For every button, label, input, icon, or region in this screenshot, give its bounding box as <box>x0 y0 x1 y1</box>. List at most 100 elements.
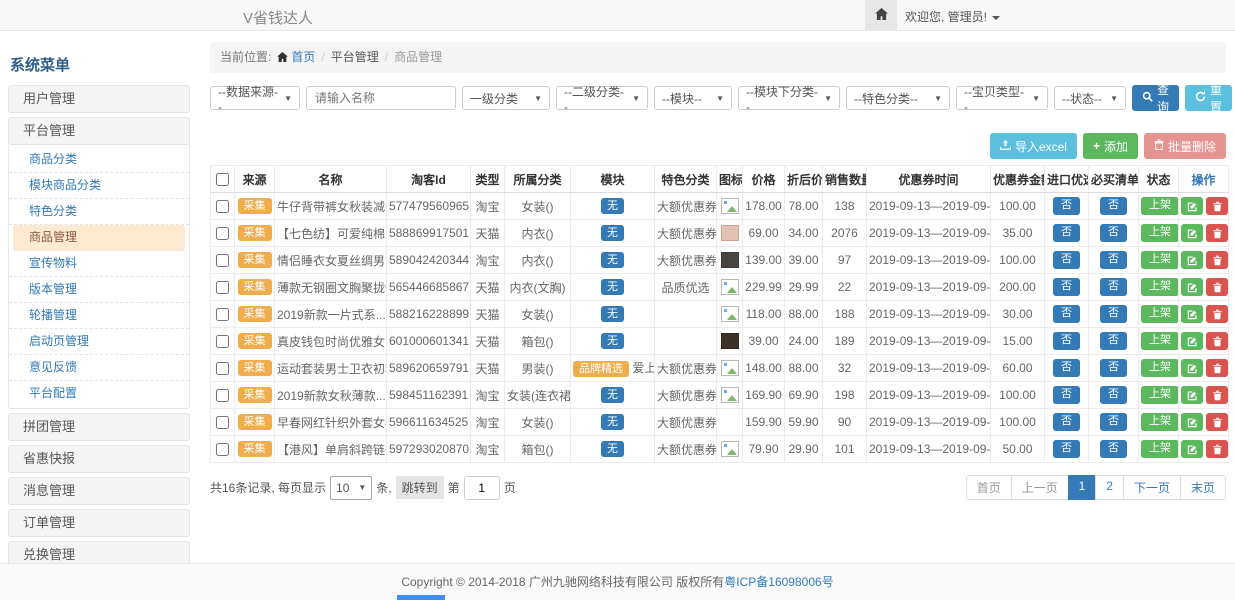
must-buy-toggle-button[interactable]: 否 <box>1100 251 1127 268</box>
edit-button[interactable] <box>1181 440 1203 458</box>
delete-button[interactable] <box>1206 197 1228 215</box>
import-toggle-button[interactable]: 否 <box>1053 251 1080 268</box>
pager-item[interactable]: 上一页 <box>1011 475 1069 500</box>
sidebar-group[interactable]: 省惠快报 <box>8 445 190 473</box>
sidebar-item[interactable]: 商品分类 <box>9 147 189 173</box>
must-buy-toggle-button[interactable]: 否 <box>1100 332 1127 349</box>
row-checkbox[interactable] <box>216 254 229 267</box>
must-buy-toggle-button[interactable]: 否 <box>1100 440 1127 457</box>
row-checkbox[interactable] <box>216 227 229 240</box>
jump-button[interactable]: 跳转到 <box>396 476 444 499</box>
sidebar-item[interactable]: 商品管理 <box>13 225 185 251</box>
row-checkbox[interactable] <box>216 389 229 402</box>
edit-button[interactable] <box>1181 251 1203 269</box>
sidebar-group[interactable]: 拼团管理 <box>8 413 190 441</box>
edit-button[interactable] <box>1181 278 1203 296</box>
must-buy-toggle-button[interactable]: 否 <box>1100 224 1127 241</box>
sidebar-group[interactable]: 用户管理 <box>8 85 190 113</box>
import-toggle-button[interactable]: 否 <box>1053 197 1080 214</box>
status-button[interactable]: 上架 <box>1141 278 1179 295</box>
sidebar-item[interactable]: 平台配置 <box>9 381 189 406</box>
delete-button[interactable] <box>1206 332 1228 350</box>
user-menu[interactable]: 欢迎您, 管理员! <box>905 8 1000 25</box>
delete-button[interactable] <box>1206 359 1228 377</box>
import-toggle-button[interactable]: 否 <box>1053 413 1080 430</box>
jump-page-input[interactable] <box>464 476 500 500</box>
edit-button[interactable] <box>1181 413 1203 431</box>
filter-select-level2-category[interactable]: --二级分类--▼ <box>556 86 648 110</box>
edit-button[interactable] <box>1181 224 1203 242</box>
sidebar-item[interactable]: 启动页管理 <box>9 329 189 355</box>
select-all-checkbox[interactable] <box>216 173 229 186</box>
icp-link[interactable]: 粤ICP备16098006号 <box>724 575 833 589</box>
must-buy-toggle-button[interactable]: 否 <box>1100 413 1127 430</box>
row-checkbox[interactable] <box>216 443 229 456</box>
must-buy-toggle-button[interactable]: 否 <box>1100 278 1127 295</box>
delete-button[interactable] <box>1206 224 1228 242</box>
pager-item[interactable]: 2 <box>1095 475 1124 500</box>
sidebar-item[interactable]: 特色分类 <box>9 199 189 225</box>
import-toggle-button[interactable]: 否 <box>1053 278 1080 295</box>
delete-button[interactable] <box>1206 251 1228 269</box>
edit-button[interactable] <box>1181 197 1203 215</box>
batch-delete-button[interactable]: 批量删除 <box>1144 133 1226 159</box>
delete-button[interactable] <box>1206 386 1228 404</box>
status-button[interactable]: 上架 <box>1141 224 1179 241</box>
sidebar-item[interactable]: 模块商品分类 <box>9 173 189 199</box>
delete-button[interactable] <box>1206 278 1228 296</box>
sidebar-item[interactable]: 意见反馈 <box>9 355 189 381</box>
breadcrumb-home-link[interactable]: 首页 <box>291 50 315 64</box>
import-toggle-button[interactable]: 否 <box>1053 305 1080 322</box>
filter-input-name-search[interactable] <box>306 86 456 110</box>
row-checkbox[interactable] <box>216 200 229 213</box>
import-toggle-button[interactable]: 否 <box>1053 386 1080 403</box>
row-checkbox[interactable] <box>216 362 229 375</box>
row-checkbox[interactable] <box>216 416 229 429</box>
status-button[interactable]: 上架 <box>1141 332 1179 349</box>
sidebar-group[interactable]: 消息管理 <box>8 477 190 505</box>
row-checkbox[interactable] <box>216 335 229 348</box>
import-excel-button[interactable]: 导入excel <box>990 133 1077 159</box>
reset-button[interactable]: 重置 <box>1185 85 1232 111</box>
must-buy-toggle-button[interactable]: 否 <box>1100 197 1127 214</box>
row-checkbox[interactable] <box>216 281 229 294</box>
filter-select-data-source[interactable]: --数据来源--▼ <box>210 86 300 110</box>
delete-button[interactable] <box>1206 440 1228 458</box>
edit-button[interactable] <box>1181 332 1203 350</box>
edit-button[interactable] <box>1181 305 1203 323</box>
filter-select-module-subcategory[interactable]: --模块下分类--▼ <box>738 86 840 110</box>
filter-select-module[interactable]: --模块--▼ <box>654 86 732 110</box>
pager-item[interactable]: 末页 <box>1180 475 1226 500</box>
per-page-select[interactable]: 10▼ <box>330 476 372 500</box>
home-button[interactable] <box>865 0 897 30</box>
must-buy-toggle-button[interactable]: 否 <box>1100 386 1127 403</box>
sidebar-item[interactable]: 轮播管理 <box>9 303 189 329</box>
filter-select-item-type[interactable]: --宝贝类型--▼ <box>956 86 1048 110</box>
pager-item[interactable]: 首页 <box>966 475 1012 500</box>
add-button[interactable]: + 添加 <box>1083 133 1138 159</box>
sidebar-item[interactable]: 版本管理 <box>9 277 189 303</box>
row-checkbox[interactable] <box>216 308 229 321</box>
filter-select-level1-category[interactable]: 一级分类▼ <box>462 86 550 110</box>
status-button[interactable]: 上架 <box>1141 197 1179 214</box>
status-button[interactable]: 上架 <box>1141 251 1179 268</box>
filter-select-special-category[interactable]: --特色分类--▼ <box>846 86 950 110</box>
edit-button[interactable] <box>1181 359 1203 377</box>
sidebar-group[interactable]: 订单管理 <box>8 509 190 537</box>
status-button[interactable]: 上架 <box>1141 305 1179 322</box>
edit-button[interactable] <box>1181 386 1203 404</box>
pager-item[interactable]: 下一页 <box>1123 475 1181 500</box>
filter-select-status[interactable]: --状态--▼ <box>1054 86 1126 110</box>
status-button[interactable]: 上架 <box>1141 359 1179 376</box>
pager-item[interactable]: 1 <box>1068 475 1097 500</box>
status-button[interactable]: 上架 <box>1141 413 1179 430</box>
import-toggle-button[interactable]: 否 <box>1053 332 1080 349</box>
import-toggle-button[interactable]: 否 <box>1053 440 1080 457</box>
import-toggle-button[interactable]: 否 <box>1053 359 1080 376</box>
status-button[interactable]: 上架 <box>1141 440 1179 457</box>
must-buy-toggle-button[interactable]: 否 <box>1100 305 1127 322</box>
must-buy-toggle-button[interactable]: 否 <box>1100 359 1127 376</box>
sidebar-item[interactable]: 宣传物料 <box>9 251 189 277</box>
query-button[interactable]: 查询 <box>1132 85 1179 111</box>
delete-button[interactable] <box>1206 413 1228 431</box>
